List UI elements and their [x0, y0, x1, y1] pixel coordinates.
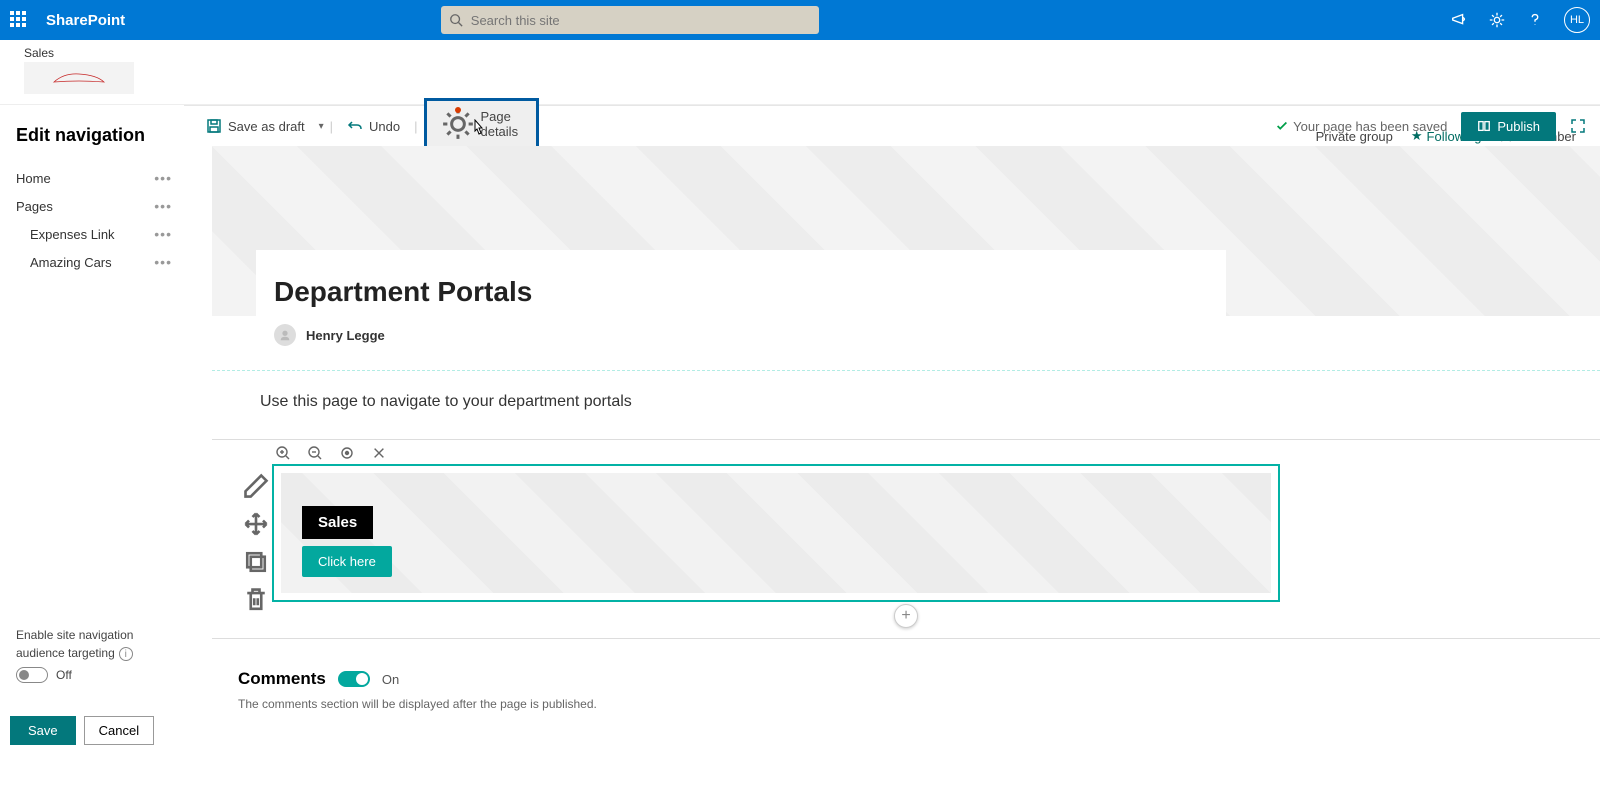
- saved-status: Your page has been saved: [1275, 119, 1447, 134]
- left-nav: Edit navigation Home••• Pages••• Expense…: [0, 105, 184, 765]
- megaphone-icon[interactable]: [1450, 11, 1468, 29]
- close-icon[interactable]: [368, 442, 390, 464]
- nav-item-home[interactable]: Home•••: [16, 164, 174, 192]
- comments-toggle[interactable]: [338, 671, 370, 687]
- expand-icon[interactable]: [1570, 118, 1586, 134]
- webpart-toolbar-top: [272, 442, 390, 464]
- audience-targeting-setting: Enable site navigation audience targetin…: [16, 628, 133, 683]
- comments-title: Comments: [238, 669, 326, 689]
- nav-item-amazing-cars[interactable]: Amazing Cars•••: [16, 248, 174, 276]
- command-bar: Save as draft ▾ | Undo | Page details Yo…: [184, 106, 1600, 146]
- more-icon[interactable]: •••: [154, 170, 172, 186]
- site-logo[interactable]: [24, 62, 134, 94]
- chevron-down-icon[interactable]: ▾: [319, 121, 324, 132]
- comments-note: The comments section will be displayed a…: [238, 697, 1600, 711]
- search-input[interactable]: [471, 13, 811, 28]
- save-icon: [206, 118, 222, 134]
- nav-save-button[interactable]: Save: [10, 716, 76, 745]
- site-name: Sales: [24, 46, 1600, 60]
- app-name: SharePoint: [46, 12, 125, 29]
- author-avatar-icon: [274, 324, 296, 346]
- publish-button[interactable]: Publish: [1461, 112, 1556, 141]
- title-area[interactable]: Department Portals Henry Legge: [256, 250, 1226, 358]
- undo-button[interactable]: Undo: [339, 114, 408, 138]
- site-header: Sales: [0, 40, 1600, 105]
- search-icon: [449, 13, 463, 27]
- zoom-out-icon[interactable]: [304, 442, 326, 464]
- author-row: Henry Legge: [274, 324, 1208, 346]
- user-avatar[interactable]: HL: [1564, 7, 1590, 33]
- page-canvas: Department Portals Henry Legge + Use thi…: [212, 146, 1600, 765]
- app-launcher-icon[interactable]: [10, 11, 28, 29]
- hero-tile-button[interactable]: Click here: [302, 546, 392, 577]
- undo-icon: [347, 118, 363, 134]
- move-webpart-icon[interactable]: [242, 510, 270, 538]
- cursor-pointer-icon: [471, 119, 485, 137]
- duplicate-webpart-icon[interactable]: [242, 548, 270, 576]
- nav-cancel-button[interactable]: Cancel: [84, 716, 154, 745]
- nav-item-pages[interactable]: Pages•••: [16, 192, 174, 220]
- section-divider: [212, 370, 1600, 371]
- hero-image: [281, 473, 1271, 593]
- nav-item-expenses[interactable]: Expenses Link•••: [16, 220, 174, 248]
- content-area: Save as draft ▾ | Undo | Page details Yo…: [184, 105, 1600, 765]
- comments-state: On: [382, 672, 399, 687]
- help-icon[interactable]: [1526, 11, 1544, 29]
- comments-header: Comments On: [238, 669, 1600, 689]
- edit-webpart-icon[interactable]: [242, 472, 270, 500]
- car-logo-icon: [29, 68, 129, 88]
- webpart-toolbar-left: [242, 460, 270, 614]
- save-draft-button[interactable]: Save as draft: [198, 114, 313, 138]
- more-icon[interactable]: •••: [154, 198, 172, 214]
- more-icon[interactable]: •••: [154, 254, 172, 270]
- toggle-off-label: Off: [56, 668, 72, 682]
- page-title[interactable]: Department Portals: [274, 276, 1208, 308]
- zoom-in-icon[interactable]: [272, 442, 294, 464]
- info-icon[interactable]: i: [119, 647, 133, 661]
- publish-icon: [1477, 119, 1491, 133]
- audience-toggle[interactable]: [16, 667, 48, 683]
- more-icon[interactable]: •••: [154, 226, 172, 242]
- check-icon: [1275, 119, 1289, 133]
- hero-tile-label: Sales: [302, 506, 373, 539]
- hero-webpart[interactable]: Sales Click here: [272, 464, 1280, 602]
- settings-icon[interactable]: [1488, 11, 1506, 29]
- left-nav-title: Edit navigation: [16, 125, 174, 146]
- notification-dot-icon: [455, 107, 461, 113]
- suite-bar: SharePoint HL: [0, 0, 1600, 40]
- description-text[interactable]: Use this page to navigate to your depart…: [260, 393, 1600, 411]
- add-webpart-button[interactable]: +: [894, 604, 918, 628]
- search-box[interactable]: [441, 6, 819, 34]
- focal-point-icon[interactable]: [336, 442, 358, 464]
- author-name: Henry Legge: [306, 328, 385, 343]
